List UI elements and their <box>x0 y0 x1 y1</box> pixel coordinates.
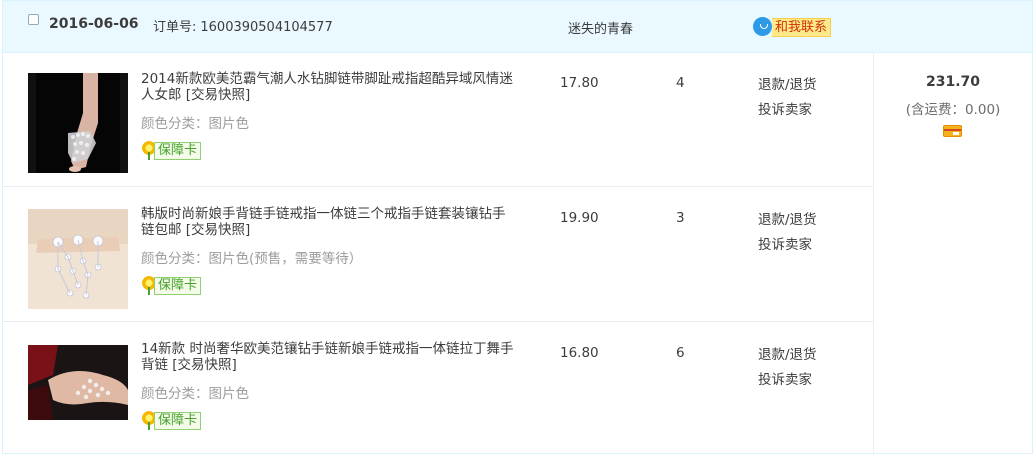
contact-seller-label: 和我联系 <box>772 18 832 37</box>
bank-card-icon[interactable] <box>943 125 962 137</box>
order-header: 2016-06-06 订单号: 1600390504104577 迷失的青春 和我… <box>3 1 1032 53</box>
product-sku: 颜色分类：图片色 <box>141 386 249 402</box>
guarantee-badge-label: 保障卡 <box>154 142 202 160</box>
guarantee-badge-label: 保障卡 <box>154 412 202 430</box>
quantity: 3 <box>676 210 685 226</box>
order-item-row: 2014新款欧美范霸气潮人水钻脚链带脚趾戒指超酷异域风情迷人女郎 [交易快照] … <box>3 52 873 187</box>
complain-seller-link[interactable]: 投诉卖家 <box>758 98 817 123</box>
product-title-link[interactable]: 韩版时尚新娘手背链手链戒指一体链三个戒指手链套装镶钻手链包邮 [交易快照] <box>141 206 516 238</box>
product-thumbnail[interactable] <box>28 73 128 173</box>
after-sales-actions: 退款/退货 投诉卖家 <box>758 73 817 123</box>
shop-name-link[interactable]: 迷失的青春 <box>568 18 633 37</box>
product-thumbnail[interactable] <box>28 209 128 309</box>
order-total: 231.70 <box>925 74 981 90</box>
select-order-checkbox[interactable] <box>28 14 39 25</box>
unit-price: 17.80 <box>560 75 599 91</box>
chat-bubble-icon <box>753 17 772 36</box>
order-number-label: 订单号: <box>153 20 197 35</box>
quantity: 6 <box>676 345 685 361</box>
order-date: 2016-06-06 <box>49 16 139 32</box>
unit-price: 19.90 <box>560 210 599 226</box>
refund-return-link[interactable]: 退款/退货 <box>758 343 817 368</box>
complain-seller-link[interactable]: 投诉卖家 <box>758 368 817 393</box>
unit-price: 16.80 <box>560 345 599 361</box>
order-item-row: 韩版时尚新娘手背链手链戒指一体链三个戒指手链套装镶钻手链包邮 [交易快照] 颜色… <box>3 187 873 322</box>
product-sku: 颜色分类：图片色 <box>141 116 249 132</box>
complain-seller-link[interactable]: 投诉卖家 <box>758 233 817 258</box>
product-thumbnail[interactable] <box>28 345 128 420</box>
refund-return-link[interactable]: 退款/退货 <box>758 208 817 233</box>
product-sku: 颜色分类：图片色(预售，需要等待） <box>141 251 363 267</box>
order-item-row: 14新款 时尚奢华欧美范镶钻手链新娘手链戒指一体链拉丁舞手背链 [交易快照] 颜… <box>3 322 873 455</box>
order-number-value: 1600390504104577 <box>200 20 333 35</box>
quantity: 4 <box>676 75 685 91</box>
after-sales-actions: 退款/退货 投诉卖家 <box>758 208 817 258</box>
order-card: 2016-06-06 订单号: 1600390504104577 迷失的青春 和我… <box>2 0 1033 454</box>
refund-return-link[interactable]: 退款/退货 <box>758 73 817 98</box>
shipping-fee: (含运费：0.00) <box>905 102 1001 118</box>
after-sales-actions: 退款/退货 投诉卖家 <box>758 343 817 393</box>
guarantee-badge-label: 保障卡 <box>154 277 202 295</box>
product-title-link[interactable]: 2014新款欧美范霸气潮人水钻脚链带脚趾戒指超酷异域风情迷人女郎 [交易快照] <box>141 71 516 103</box>
order-number: 订单号: 1600390504104577 <box>153 16 333 35</box>
product-title-link[interactable]: 14新款 时尚奢华欧美范镶钻手链新娘手链戒指一体链拉丁舞手背链 [交易快照] <box>141 341 516 373</box>
